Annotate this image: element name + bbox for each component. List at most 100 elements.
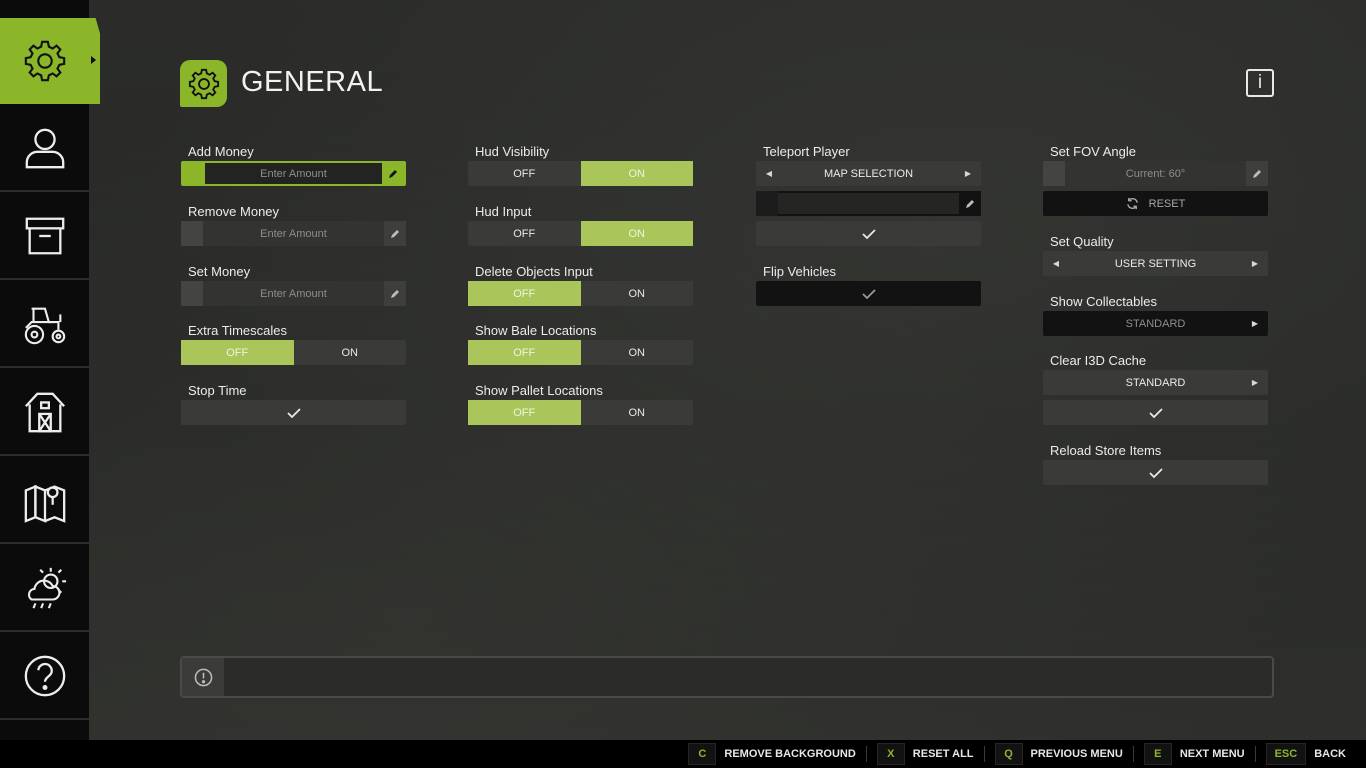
key-c: C: [688, 743, 717, 765]
sidebar-item-settings[interactable]: [0, 18, 89, 104]
set-money-field[interactable]: Enter Amount: [203, 281, 384, 306]
delete-objects-input-label: Delete Objects Input: [475, 264, 593, 279]
show-pallet-locations-toggle: OFF ON: [468, 400, 693, 425]
user-icon: [25, 128, 64, 169]
flip-vehicles-button[interactable]: [756, 281, 981, 306]
clear-i3d-cache-select[interactable]: STANDARD ▶: [1043, 370, 1268, 395]
show-pallet-locations-on[interactable]: ON: [581, 400, 694, 425]
show-collectables-select[interactable]: STANDARD ▶: [1043, 311, 1268, 336]
arrow-right-icon[interactable]: ▶: [1250, 259, 1260, 268]
teleport-coordinates-input[interactable]: [756, 191, 981, 216]
hud-visibility-label: Hud Visibility: [475, 144, 550, 159]
checkmark-icon: [861, 228, 876, 239]
hint-label: NEXT MENU: [1179, 748, 1245, 760]
delete-objects-input-on[interactable]: ON: [581, 281, 694, 306]
set-money-input[interactable]: Enter Amount: [181, 281, 406, 306]
info-button[interactable]: i: [1246, 69, 1274, 97]
hint-next-menu[interactable]: E NEXT MENU: [1143, 740, 1266, 768]
add-money-field[interactable]: Enter Amount: [205, 163, 382, 184]
hud-visibility-on[interactable]: ON: [580, 161, 693, 186]
arrow-right-icon[interactable]: ▶: [963, 169, 973, 178]
set-fov-angle-field[interactable]: Current: 60°: [1065, 161, 1246, 186]
arrow-right-icon[interactable]: ▶: [1250, 319, 1260, 328]
teleport-coordinates-field[interactable]: [778, 193, 959, 214]
pencil-icon[interactable]: [1246, 161, 1268, 186]
set-fov-angle-input[interactable]: Current: 60°: [1043, 161, 1268, 186]
checkmark-icon: [861, 288, 876, 299]
map-icon: [24, 484, 65, 523]
help-icon: [24, 655, 65, 697]
sidebar-item-map[interactable]: [0, 458, 89, 544]
box-icon: [25, 217, 64, 255]
sidebar-item-storage[interactable]: [0, 194, 89, 280]
show-bale-locations-label: Show Bale Locations: [475, 323, 597, 338]
page-title: GENERAL: [241, 66, 384, 98]
weather-icon: [27, 567, 66, 609]
stop-time-button[interactable]: [181, 400, 406, 425]
message-bar: [180, 656, 1274, 698]
sidebar: [0, 0, 89, 740]
header-gear-icon: [180, 60, 227, 107]
extra-timescales-on[interactable]: ON: [294, 340, 407, 365]
alert-icon: [182, 658, 224, 696]
hint-reset-all[interactable]: X RESET ALL: [876, 740, 995, 768]
show-pallet-locations-off[interactable]: OFF: [468, 400, 581, 425]
teleport-player-label: Teleport Player: [763, 144, 850, 159]
sidebar-item-player[interactable]: [0, 106, 89, 192]
fov-reset-button[interactable]: RESET: [1043, 191, 1268, 216]
sidebar-item-farm[interactable]: [0, 370, 89, 456]
hint-label: BACK: [1314, 748, 1346, 760]
set-quality-select[interactable]: ◀ USER SETTING ▶: [1043, 251, 1268, 276]
sidebar-item-weather[interactable]: [0, 546, 89, 632]
flip-vehicles-label: Flip Vehicles: [763, 264, 836, 279]
extra-timescales-label: Extra Timescales: [188, 323, 287, 338]
sidebar-item-help[interactable]: [0, 634, 89, 720]
arrow-left-icon[interactable]: ◀: [1051, 259, 1061, 268]
pencil-icon[interactable]: [384, 221, 406, 246]
show-collectables-value: STANDARD: [1125, 317, 1186, 330]
hud-input-off[interactable]: OFF: [468, 221, 581, 246]
hud-input-label: Hud Input: [475, 204, 532, 219]
hint-label: PREVIOUS MENU: [1030, 748, 1123, 760]
extra-timescales-off[interactable]: OFF: [181, 340, 294, 365]
hint-back[interactable]: ESC BACK: [1265, 740, 1356, 768]
key-x: X: [876, 743, 905, 765]
info-icon: i: [1257, 72, 1263, 93]
remove-money-field[interactable]: Enter Amount: [203, 221, 384, 246]
arrow-right-icon[interactable]: ▶: [1250, 378, 1260, 387]
remove-money-input[interactable]: Enter Amount: [181, 221, 406, 246]
arrow-left-icon[interactable]: ◀: [764, 169, 774, 178]
hint-label: RESET ALL: [912, 748, 974, 760]
active-indicator: [89, 18, 100, 104]
key-q: Q: [994, 743, 1023, 765]
hud-input-on[interactable]: ON: [580, 221, 693, 246]
teleport-player-select[interactable]: ◀ MAP SELECTION ▶: [756, 161, 981, 186]
show-bale-locations-off[interactable]: OFF: [468, 340, 581, 365]
pencil-icon[interactable]: [959, 191, 981, 216]
hud-visibility-toggle: OFF ON: [468, 161, 693, 186]
refresh-icon: [1126, 197, 1138, 210]
pencil-icon[interactable]: [384, 281, 406, 306]
extra-timescales-toggle: OFF ON: [181, 340, 406, 365]
add-money-label: Add Money: [188, 144, 254, 159]
sidebar-item-vehicles[interactable]: [0, 282, 89, 368]
stop-time-label: Stop Time: [188, 383, 247, 398]
set-quality-value: USER SETTING: [1114, 257, 1197, 270]
pencil-icon[interactable]: [382, 163, 404, 184]
gear-icon: [24, 40, 65, 82]
clear-i3d-cache-label: Clear I3D Cache: [1050, 353, 1147, 368]
show-pallet-locations-label: Show Pallet Locations: [475, 383, 603, 398]
hint-remove-background[interactable]: C REMOVE BACKGROUND: [688, 740, 876, 768]
clear-i3d-cache-button[interactable]: [1043, 400, 1268, 425]
remove-money-label: Remove Money: [188, 204, 280, 219]
show-bale-locations-on[interactable]: ON: [581, 340, 694, 365]
hint-previous-menu[interactable]: Q PREVIOUS MENU: [994, 740, 1144, 768]
hint-label: REMOVE BACKGROUND: [724, 748, 856, 760]
reload-store-items-button[interactable]: [1043, 460, 1268, 485]
hud-visibility-off[interactable]: OFF: [468, 161, 581, 186]
barn-icon: [24, 392, 65, 433]
teleport-confirm-button[interactable]: [756, 221, 981, 246]
delete-objects-input-off[interactable]: OFF: [468, 281, 581, 306]
add-money-input[interactable]: Enter Amount: [181, 161, 406, 186]
fov-reset-label: RESET: [1148, 197, 1186, 210]
